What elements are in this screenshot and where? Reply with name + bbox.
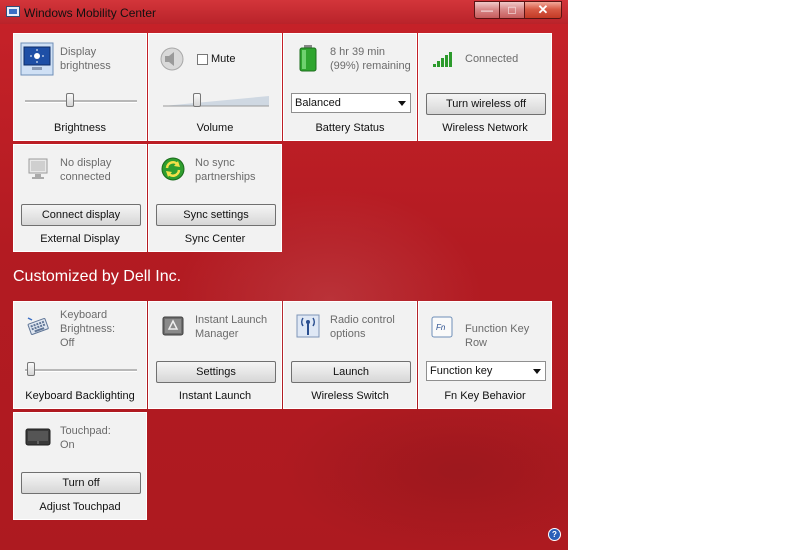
svg-text:Fn: Fn bbox=[436, 323, 446, 332]
volume-slider[interactable] bbox=[193, 93, 201, 107]
help-icon[interactable]: ? bbox=[548, 528, 561, 541]
brightness-slider-track[interactable] bbox=[25, 100, 137, 103]
tile-instant-launch: Instant Launch Manager Settings Instant … bbox=[148, 301, 282, 409]
battery-icon bbox=[298, 44, 318, 72]
display-brightness-icon[interactable] bbox=[20, 42, 54, 76]
sync-settings-button[interactable]: Sync settings bbox=[156, 204, 276, 226]
sync-caption: Sync Center bbox=[184, 233, 246, 245]
external-display-status: No display connected bbox=[60, 157, 112, 183]
battery-status-text: 8 hr 39 min (99%) remaining bbox=[330, 46, 411, 72]
power-plan-select[interactable]: Balanced bbox=[291, 93, 411, 113]
battery-caption: Battery Status bbox=[315, 122, 385, 134]
touchpad-status: Touchpad: On bbox=[60, 425, 111, 451]
sync-status: No sync partnerships bbox=[195, 157, 256, 183]
fn-key-behavior-value: Function key bbox=[430, 365, 493, 377]
monitor-icon bbox=[26, 157, 50, 181]
close-button[interactable]: ✕ bbox=[524, 1, 562, 19]
volume-ramp bbox=[163, 96, 269, 107]
sync-icon bbox=[161, 157, 185, 181]
tile-volume: Mute Volume bbox=[148, 33, 282, 141]
keyboard-slider-track[interactable] bbox=[25, 369, 137, 372]
tile-external-display: No display connected Connect display Ext… bbox=[13, 144, 147, 252]
wireless-status-text: Connected bbox=[465, 53, 519, 65]
mobility-center-window: Windows Mobility Center — □ ✕ Display br… bbox=[0, 0, 568, 550]
title-bar[interactable]: Windows Mobility Center — □ ✕ bbox=[0, 0, 568, 24]
mute-checkbox[interactable] bbox=[197, 54, 208, 65]
radio-launch-button[interactable]: Launch bbox=[291, 361, 411, 383]
tile-fn-key-behavior: Fn Function Key Row Function key Fn Key … bbox=[418, 301, 552, 409]
fn-key-label: Function Key Row bbox=[465, 323, 530, 349]
external-display-caption: External Display bbox=[40, 233, 120, 245]
turn-wireless-off-button[interactable]: Turn wireless off bbox=[426, 93, 546, 115]
instant-launch-settings-button[interactable]: Settings bbox=[156, 361, 276, 383]
keyboard-brightness-status: Keyboard Brightness: Off bbox=[60, 309, 116, 349]
tile-sync-center: No sync partnerships Sync settings Sync … bbox=[148, 144, 282, 252]
wireless-caption: Wireless Network bbox=[442, 122, 528, 134]
window-title: Windows Mobility Center bbox=[24, 6, 157, 20]
instant-launch-label: Instant Launch Manager bbox=[195, 314, 268, 340]
volume-caption: Volume bbox=[196, 122, 234, 134]
radio-control-label: Radio control options bbox=[330, 314, 395, 340]
brightness-label: Display brightness bbox=[60, 46, 111, 72]
keyboard-brightness-slider[interactable] bbox=[27, 362, 35, 376]
mute-label[interactable]: Mute bbox=[211, 53, 235, 65]
keyboard-icon bbox=[26, 314, 50, 338]
tile-brightness: Display brightness Brightness bbox=[13, 33, 147, 141]
power-plan-value: Balanced bbox=[295, 97, 341, 109]
touchpad-turn-off-button[interactable]: Turn off bbox=[21, 472, 141, 494]
chevron-down-icon bbox=[533, 369, 541, 374]
touchpad-caption: Adjust Touchpad bbox=[39, 501, 121, 513]
wireless-signal-icon bbox=[433, 50, 455, 68]
keyboard-backlighting-caption: Keyboard Backlighting bbox=[25, 390, 135, 402]
maximize-button[interactable]: □ bbox=[499, 1, 525, 19]
fn-key-icon: Fn bbox=[431, 316, 453, 338]
brightness-slider[interactable] bbox=[66, 93, 74, 107]
radio-tower-icon bbox=[296, 314, 320, 338]
wireless-switch-caption: Wireless Switch bbox=[311, 390, 389, 402]
tile-adjust-touchpad: Touchpad: On Turn off Adjust Touchpad bbox=[13, 412, 147, 520]
minimize-button[interactable]: — bbox=[474, 1, 500, 19]
tile-battery: 8 hr 39 min (99%) remaining Balanced Bat… bbox=[283, 33, 417, 141]
chevron-down-icon bbox=[398, 101, 406, 106]
fn-key-behavior-select[interactable]: Function key bbox=[426, 361, 546, 381]
fn-key-caption: Fn Key Behavior bbox=[444, 390, 526, 402]
speaker-icon bbox=[159, 46, 185, 72]
touchpad-icon bbox=[24, 427, 52, 447]
connect-display-button[interactable]: Connect display bbox=[21, 204, 141, 226]
dell-section-header: Customized by Dell Inc. bbox=[13, 268, 182, 285]
tile-wireless-switch: Radio control options Launch Wireless Sw… bbox=[283, 301, 417, 409]
brightness-caption: Brightness bbox=[54, 122, 106, 134]
mobility-center-app-icon bbox=[6, 6, 20, 17]
instant-launch-icon bbox=[161, 314, 185, 338]
tile-keyboard-backlighting: Keyboard Brightness: Off Keyboard Backli… bbox=[13, 301, 147, 409]
instant-launch-caption: Instant Launch bbox=[178, 390, 252, 402]
tile-wireless: Connected Turn wireless off Wireless Net… bbox=[418, 33, 552, 141]
